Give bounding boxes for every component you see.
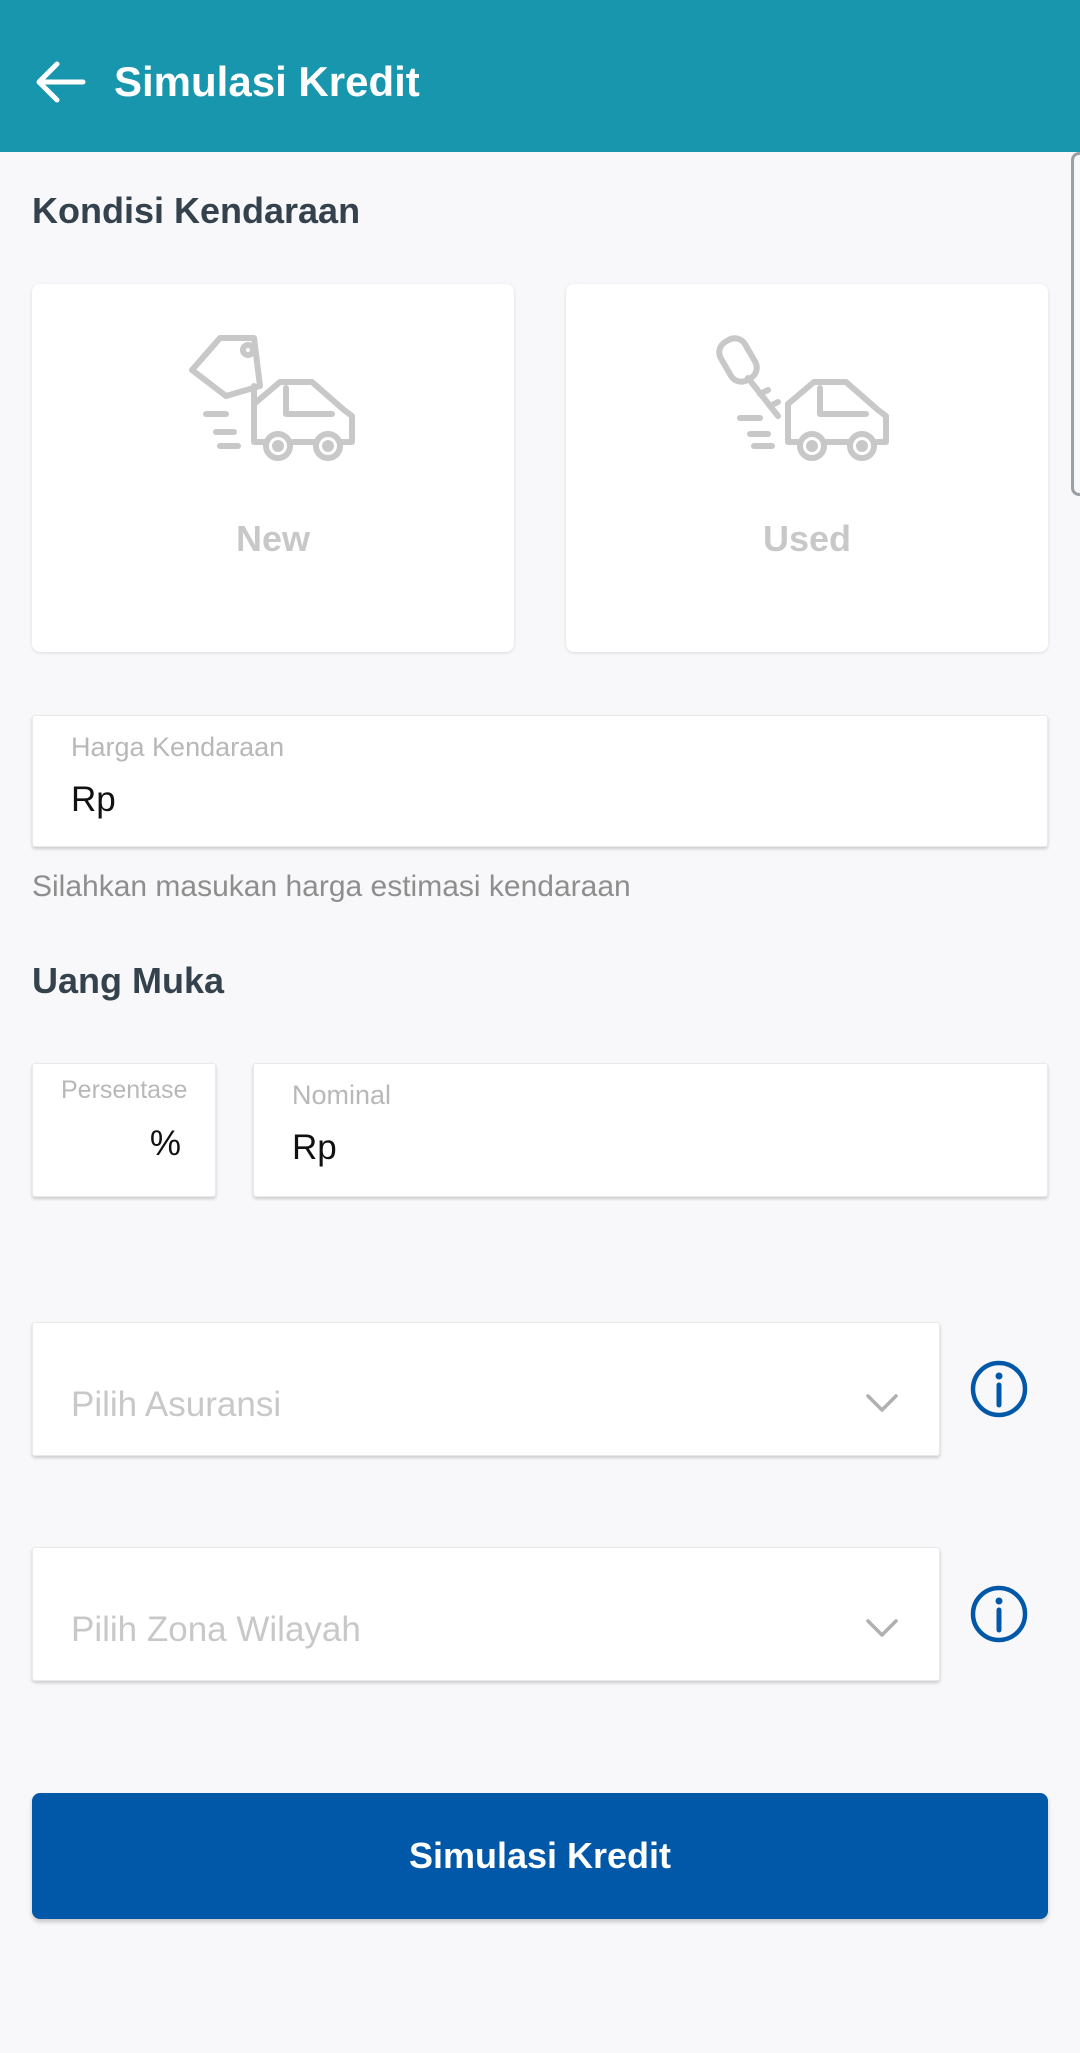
car-key-icon bbox=[716, 335, 889, 461]
percentage-field[interactable]: Persentase % bbox=[32, 1063, 216, 1197]
section-title-vehicle-condition: Kondisi Kendaraan bbox=[32, 190, 361, 231]
scroll-indicator bbox=[1071, 152, 1080, 496]
back-button[interactable] bbox=[30, 52, 90, 112]
page-title: Simulasi Kredit bbox=[114, 58, 420, 105]
condition-card-used[interactable]: Used bbox=[566, 284, 1048, 652]
chevron-down-icon bbox=[866, 1619, 898, 1637]
zone-info-button[interactable] bbox=[970, 1585, 1028, 1643]
chevron-down-icon bbox=[866, 1394, 898, 1412]
insurance-select[interactable]: Pilih Asuransi bbox=[32, 1322, 940, 1456]
nominal-field-label: Nominal bbox=[292, 1080, 392, 1110]
condition-label-used: Used bbox=[762, 518, 852, 559]
insurance-placeholder: Pilih Asuransi bbox=[71, 1385, 282, 1424]
price-field[interactable]: Harga Kendaraan Rp bbox=[32, 715, 1048, 847]
nominal-field[interactable]: Nominal Rp bbox=[253, 1063, 1048, 1197]
info-icon bbox=[970, 1360, 1028, 1418]
zone-placeholder: Pilih Zona Wilayah bbox=[71, 1610, 361, 1649]
price-prefix: Rp bbox=[71, 780, 116, 819]
percentage-suffix: % bbox=[149, 1124, 181, 1163]
zone-select[interactable]: Pilih Zona Wilayah bbox=[32, 1547, 940, 1681]
insurance-info-button[interactable] bbox=[970, 1360, 1028, 1418]
price-helper-text: Silahkan masukan harga estimasi kendaraa… bbox=[32, 870, 631, 903]
condition-label-new: New bbox=[235, 518, 311, 559]
app-bar: Simulasi Kredit bbox=[0, 0, 1080, 152]
info-icon bbox=[970, 1585, 1028, 1643]
simulate-credit-button[interactable]: Simulasi Kredit bbox=[32, 1793, 1048, 1919]
percentage-field-label: Persentase bbox=[61, 1076, 188, 1104]
condition-card-new[interactable]: New bbox=[32, 284, 514, 652]
car-price-tag-icon bbox=[189, 335, 355, 461]
nominal-prefix: Rp bbox=[292, 1128, 337, 1167]
price-field-label: Harga Kendaraan bbox=[71, 732, 285, 762]
section-title-down-payment: Uang Muka bbox=[32, 960, 225, 1001]
arrow-left-icon bbox=[36, 61, 86, 103]
